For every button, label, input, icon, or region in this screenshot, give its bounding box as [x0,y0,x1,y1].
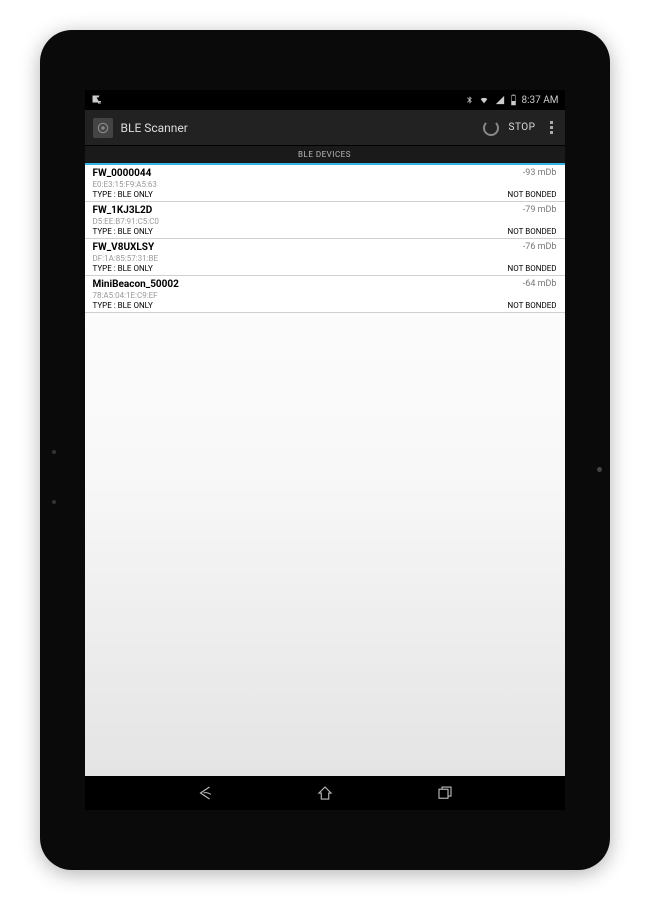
device-signal: -64 mDb [523,279,557,289]
status-right: 8:37 AM [465,94,558,106]
overflow-menu-icon[interactable] [546,117,557,138]
device-type: TYPE : BLE ONLY [93,301,153,310]
tablet-sensor-dot [52,500,56,504]
device-mac: E0:E3:15:F9:A5:63 [93,180,557,189]
device-name: FW_1KJ3L2D [93,205,153,216]
device-bond: NOT BONDED [508,227,557,236]
device-signal: -93 mDb [523,168,557,178]
device-name: FW_0000044 [93,168,152,179]
screen: 8:37 AM BLE Scanner STOP BLE DEVICES FW_… [85,90,565,810]
device-bond: NOT BONDED [508,190,557,199]
device-type: TYPE : BLE ONLY [93,264,153,273]
device-row[interactable]: FW_1KJ3L2D -79 mDb D5:EE:B7:91:C5:C0TYPE :… [85,202,565,239]
device-type: TYPE : BLE ONLY [93,190,153,199]
status-bar: 8:37 AM [85,90,565,110]
action-bar: BLE Scanner STOP [85,110,565,146]
signal-icon [494,95,506,105]
back-button[interactable] [194,784,216,802]
stop-button[interactable]: STOP [509,122,536,133]
tablet-camera-dot [597,467,602,472]
device-mac: DF:1A:85:57:31:BE [93,254,557,263]
device-list[interactable]: FW_0000044-93 mDbE0:E3:15:F9:A5:63TYPE :… [85,165,565,776]
device-name: MiniBeacon_50002 [93,279,179,290]
device-type: TYPE : BLE ONLY [93,227,153,236]
loading-spinner-icon [483,120,499,136]
tablet-sensor-dot [52,450,56,454]
notification-icon [91,94,103,106]
device-mac: D5:EE:B7:91:C5:C0 [93,217,557,226]
status-time: 8:37 AM [521,95,558,106]
battery-icon [510,94,517,106]
app-icon [93,118,113,138]
tablet-frame: 8:37 AM BLE Scanner STOP BLE DEVICES FW_… [40,30,610,870]
app-title: BLE Scanner [121,121,483,135]
device-bond: NOT BONDED [508,264,557,273]
recent-apps-button[interactable] [434,784,456,802]
device-name: FW_V8UXLSY [93,242,155,253]
section-header: BLE DEVICES [85,146,565,165]
status-left [91,94,103,106]
device-signal: -79 mDb [523,205,557,215]
device-signal: -76 mDb [523,242,557,252]
device-mac: 78:A5:04:1E:C9:EF [93,291,557,300]
navigation-bar [85,776,565,810]
home-button[interactable] [314,784,336,802]
device-bond: NOT BONDED [508,301,557,310]
device-row[interactable]: FW_V8UXLSY -76 mDb DF:1A:85:57:31:BETYPE :… [85,239,565,276]
device-row[interactable]: MiniBeacon_50002 -64 mDb 78:A5:04:1E:C9:EF… [85,276,565,313]
bluetooth-icon [465,94,474,106]
device-row[interactable]: FW_0000044 -93 mDb E0:E3:15:F9:A5:63TYPE :… [85,165,565,202]
wifi-icon [478,95,490,105]
